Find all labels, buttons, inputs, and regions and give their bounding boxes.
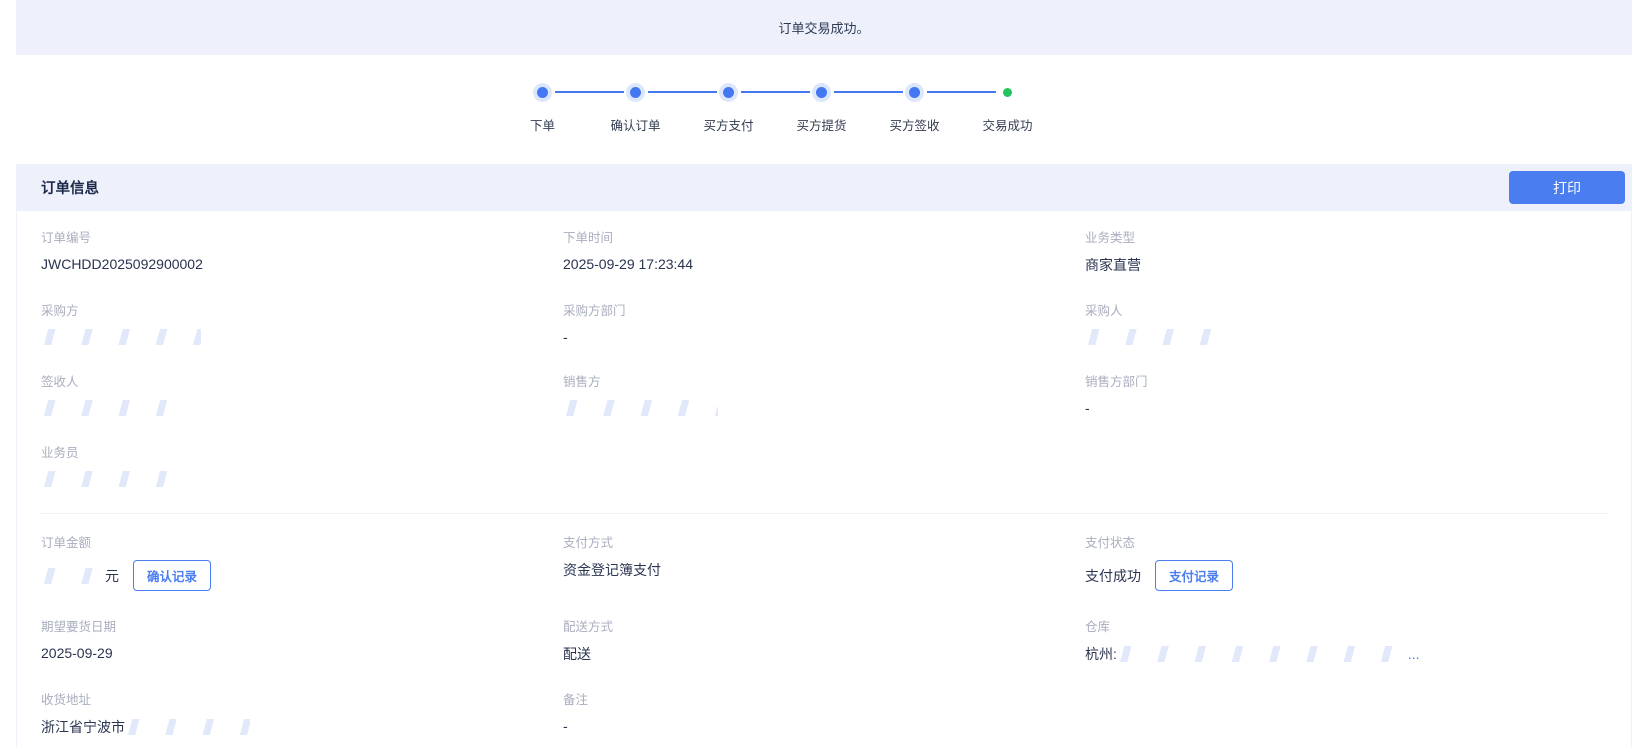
step-dot-done-icon: [723, 87, 734, 98]
field-value: 配送: [563, 644, 1085, 664]
field-label: 下单时间: [563, 227, 1085, 246]
field-order-amount: 订单金额 元 确认记录: [41, 532, 563, 591]
field-order-no: 订单编号 JWCHDD2025092900002: [41, 227, 563, 275]
redacted-value: [125, 719, 250, 735]
field-address: 收货地址 浙江省宁波市: [41, 689, 563, 737]
step-dot-done-icon: [630, 87, 641, 98]
order-info-card: 订单信息 打印 订单编号 JWCHDD2025092900002 下单时间 20…: [16, 164, 1632, 747]
field-value: -: [1085, 399, 1607, 417]
field-value: 商家直营: [1085, 255, 1607, 275]
field-value: -: [563, 328, 1085, 346]
field-order-time: 下单时间 2025-09-29 17:23:44: [563, 227, 1085, 275]
field-label: 支付状态: [1085, 532, 1607, 551]
field-pay-method: 支付方式 资金登记簿支付: [563, 532, 1085, 591]
field-row: 收货地址 浙江省宁波市 备注 -: [41, 689, 1607, 737]
warehouse-ellipsis[interactable]: ...: [1408, 646, 1420, 662]
field-signee: 签收人: [41, 371, 563, 417]
field-label: 采购方: [41, 300, 563, 319]
order-info-body: 订单编号 JWCHDD2025092900002 下单时间 2025-09-29…: [17, 211, 1631, 747]
field-label: 期望要货日期: [41, 616, 563, 635]
payment-record-button[interactable]: 支付记录: [1155, 560, 1233, 591]
redacted-value: [1117, 646, 1402, 662]
order-success-banner: 订单交易成功。: [16, 0, 1632, 55]
field-remark: 备注 -: [563, 689, 1085, 737]
redacted-value: [41, 400, 191, 416]
redacted-value: [41, 329, 201, 345]
step-label: 交易成功: [982, 115, 1032, 134]
step-dot-success-icon: [1003, 88, 1012, 97]
field-row: 订单金额 元 确认记录 支付方式 资金登记簿支付 支付状态 支付成功 支付记录: [41, 532, 1607, 591]
field-value: 2025-09-29: [41, 644, 563, 662]
step-dot-done-icon: [909, 87, 920, 98]
address-prefix: 浙江省宁波市: [41, 717, 125, 737]
field-label: 配送方式: [563, 616, 1085, 635]
redacted-value: [563, 400, 718, 416]
field-label: 签收人: [41, 371, 563, 390]
field-purchaser-dept: 采购方部门 -: [563, 300, 1085, 346]
step-label: 买方签收: [889, 115, 939, 134]
field-value: 2025-09-29 17:23:44: [563, 255, 1085, 273]
step-label: 买方支付: [703, 115, 753, 134]
section-divider: [41, 513, 1607, 514]
step-label: 下单: [530, 115, 555, 134]
step-dot-done-icon: [816, 87, 827, 98]
field-label: 订单编号: [41, 227, 563, 246]
field-row: 期望要货日期 2025-09-29 配送方式 配送 仓库 杭州: ...: [41, 616, 1607, 664]
field-label: 业务员: [41, 442, 563, 461]
field-label: 采购方部门: [563, 300, 1085, 319]
field-expect-date: 期望要货日期 2025-09-29: [41, 616, 563, 664]
field-delivery-method: 配送方式 配送: [563, 616, 1085, 664]
field-salesman: 业务员: [41, 442, 563, 488]
print-button[interactable]: 打印: [1509, 171, 1625, 204]
field-row: 签收人 销售方 销售方部门 -: [41, 371, 1607, 417]
step-label: 买方提货: [796, 115, 846, 134]
warehouse-prefix: 杭州:: [1085, 644, 1117, 664]
field-seller-dept: 销售方部门 -: [1085, 371, 1607, 417]
order-info-header: 订单信息 打印: [17, 164, 1631, 211]
field-label: 采购人: [1085, 300, 1607, 319]
step-label: 确认订单: [610, 115, 660, 134]
field-label: 销售方部门: [1085, 371, 1607, 390]
field-value: 资金登记簿支付: [563, 560, 1085, 580]
field-label: 订单金额: [41, 532, 563, 551]
redacted-value: [41, 568, 99, 584]
field-seller: 销售方: [563, 371, 1085, 417]
redacted-value: [1085, 329, 1235, 345]
confirm-record-button[interactable]: 确认记录: [133, 560, 211, 591]
field-row: 采购方 采购方部门 - 采购人: [41, 300, 1607, 346]
step-place-order: 下单: [496, 83, 589, 134]
field-row: 业务员: [41, 442, 1607, 488]
redacted-value: [41, 471, 186, 487]
amount-unit: 元: [105, 566, 119, 586]
card-title: 订单信息: [41, 177, 99, 198]
field-purchaser: 采购方: [41, 300, 563, 346]
field-label: 收货地址: [41, 689, 563, 708]
field-pay-status: 支付状态 支付成功 支付记录: [1085, 532, 1607, 591]
field-label: 备注: [563, 689, 1085, 708]
field-row: 订单编号 JWCHDD2025092900002 下单时间 2025-09-29…: [41, 227, 1607, 275]
field-value: JWCHDD2025092900002: [41, 255, 563, 273]
field-purchase-agent: 采购人: [1085, 300, 1607, 346]
field-value: -: [563, 717, 1085, 735]
step-dot-done-icon: [537, 87, 548, 98]
field-label: 仓库: [1085, 616, 1607, 635]
banner-message: 订单交易成功。: [778, 18, 869, 37]
field-label: 支付方式: [563, 532, 1085, 551]
field-label: 业务类型: [1085, 227, 1607, 246]
field-warehouse: 仓库 杭州: ...: [1085, 616, 1607, 664]
pay-status-value: 支付成功: [1085, 566, 1141, 586]
order-progress-stepper: 下单 确认订单 买方支付 买方提货 买方签收 交易成功: [496, 83, 1054, 134]
field-business-type: 业务类型 商家直营: [1085, 227, 1607, 275]
field-label: 销售方: [563, 371, 1085, 390]
